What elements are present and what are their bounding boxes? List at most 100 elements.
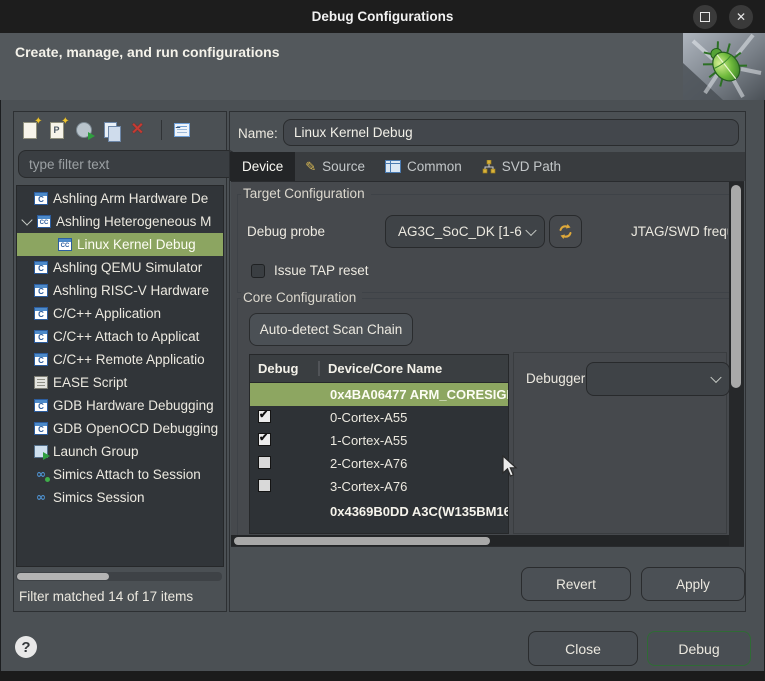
tree-item[interactable]: Simics Attach to Session [17, 463, 223, 486]
maximize-button[interactable] [693, 5, 717, 29]
c-application-icon [34, 261, 48, 274]
apply-button[interactable]: Apply [641, 567, 745, 601]
c-application-icon [34, 307, 48, 320]
debugger-select[interactable] [586, 362, 730, 396]
close-icon: ✕ [736, 10, 746, 24]
window-bottom-edge [0, 671, 765, 681]
table-row[interactable]: 3-Cortex-A76 [250, 475, 508, 498]
tree-item[interactable]: GDB OpenOCD Debugging [17, 417, 223, 440]
checked-checkbox-icon[interactable] [258, 433, 271, 446]
scrollbar-thumb[interactable] [731, 185, 741, 388]
refresh-probes-button[interactable] [549, 215, 582, 248]
configurations-toolbar: ✦ P✦ ✕ [16, 116, 195, 144]
tree-item[interactable]: Launch Group [17, 440, 223, 463]
launch-group-icon [34, 445, 48, 458]
tree-item[interactable]: C/C++ Application [17, 302, 223, 325]
content-horizontal-scrollbar[interactable] [231, 535, 729, 547]
tree-item[interactable]: EASE Script [17, 371, 223, 394]
c-application-icon [34, 192, 48, 205]
simics-icon [34, 491, 48, 504]
table-row[interactable]: 1-Cortex-A55 [250, 429, 508, 452]
table-row-selected[interactable]: 0x4BA06477 ARM_CORESIGH [250, 383, 508, 406]
titlebar[interactable]: Debug Configurations ✕ [0, 0, 765, 33]
chevron-down-icon [710, 372, 721, 383]
checked-checkbox-icon[interactable] [258, 410, 271, 423]
cc-application-icon [58, 238, 72, 251]
tab-source[interactable]: ✎Source [295, 152, 375, 181]
group-title: Core Configuration [241, 290, 362, 305]
tree-item[interactable]: Ashling Heterogeneous M [17, 210, 223, 233]
cc-application-icon [37, 215, 51, 228]
scrollbar-thumb[interactable] [234, 537, 490, 545]
delete-button[interactable]: ✕ [124, 117, 151, 143]
c-application-icon [34, 284, 48, 297]
new-prototype-icon: P✦ [50, 122, 64, 139]
revert-button[interactable]: Revert [521, 567, 631, 601]
configuration-detail-panel: Name: Device ✎Source Common SVD Path Tar… [229, 111, 746, 612]
expander-chevron-icon[interactable] [21, 214, 32, 225]
unchecked-checkbox-icon[interactable] [258, 456, 271, 469]
c-application-icon [34, 422, 48, 435]
collapse-all-button[interactable] [168, 117, 195, 143]
autodetect-scan-chain-button[interactable]: Auto-detect Scan Chain [249, 313, 413, 346]
duplicate-button[interactable] [97, 117, 124, 143]
export-configurations-icon [76, 122, 92, 138]
debugger-panel: Debugger [513, 352, 727, 534]
refresh-icon [557, 223, 574, 240]
filter-status: Filter matched 14 of 17 items [19, 589, 193, 604]
common-table-icon [385, 160, 401, 173]
toolbar-separator [161, 120, 162, 140]
dialog-subtitle: Create, manage, and run configurations [15, 44, 280, 60]
tree-item[interactable]: Simics Session [17, 486, 223, 509]
name-input[interactable] [283, 119, 739, 146]
table-row[interactable]: 0-Cortex-A55 [250, 406, 508, 429]
debug-probe-select[interactable]: AG3C_SoC_DK [1-6 [385, 215, 545, 248]
table-row[interactable]: 2-Cortex-A76 [250, 452, 508, 475]
configurations-tree[interactable]: Ashling Arm Hardware De Ashling Heteroge… [16, 185, 224, 567]
name-label: Name: [238, 120, 278, 147]
help-button[interactable]: ? [15, 636, 37, 658]
collapse-all-icon [174, 123, 190, 137]
column-header-debug[interactable]: Debug [250, 361, 320, 376]
scrollbar-thumb[interactable] [17, 573, 109, 580]
simics-attach-icon [34, 468, 48, 481]
column-header-device-core-name[interactable]: Device/Core Name [320, 361, 442, 376]
table-row[interactable]: 0x4369B0DD A3C(W135BM16 [250, 498, 508, 524]
tree-item[interactable]: Ashling QEMU Simulator [17, 256, 223, 279]
tree-item[interactable]: GDB Hardware Debugging [17, 394, 223, 417]
device-tab-content: Target Configuration Debug probe AG3C_So… [231, 181, 744, 547]
delete-icon: ✕ [131, 122, 144, 138]
close-dialog-button[interactable]: Close [528, 631, 638, 666]
tree-item[interactable]: Ashling RISC-V Hardware [17, 279, 223, 302]
svd-path-icon [482, 160, 496, 174]
tab-device[interactable]: Device [230, 152, 295, 181]
configurations-panel: ✦ P✦ ✕ Ashling Arm Hardware De Ashling H… [13, 111, 227, 612]
filter-input[interactable] [18, 150, 236, 178]
core-table[interactable]: Debug Device/Core Name 0x4BA06477 ARM_CO… [249, 354, 509, 534]
debug-button[interactable]: Debug [647, 631, 751, 666]
script-icon [34, 376, 48, 389]
tree-item[interactable]: C/C++ Remote Applicatio [17, 348, 223, 371]
c-application-icon [34, 330, 48, 343]
debug-probe-label: Debug probe [247, 224, 325, 239]
unchecked-checkbox-icon[interactable] [258, 479, 271, 492]
tree-item[interactable]: Ashling Arm Hardware De [17, 187, 223, 210]
tree-item[interactable]: C/C++ Attach to Applicat [17, 325, 223, 348]
tree-horizontal-scrollbar[interactable] [16, 572, 222, 581]
tab-common[interactable]: Common [375, 152, 472, 181]
chevron-down-icon [525, 224, 536, 235]
core-table-header: Debug Device/Core Name [250, 355, 508, 383]
header-band: Create, manage, and run configurations [0, 33, 765, 100]
tree-item-selected[interactable]: Linux Kernel Debug [17, 233, 223, 256]
new-prototype-button[interactable]: P✦ [43, 117, 70, 143]
tab-svd-path[interactable]: SVD Path [472, 152, 571, 181]
duplicate-icon [104, 122, 117, 138]
new-configuration-button[interactable]: ✦ [16, 117, 43, 143]
help-icon: ? [21, 639, 30, 656]
c-application-icon [34, 353, 48, 366]
content-vertical-scrollbar[interactable] [729, 182, 744, 547]
close-button[interactable]: ✕ [729, 5, 753, 29]
export-configurations-button[interactable] [70, 117, 97, 143]
issue-tap-reset-label: Issue TAP reset [274, 263, 369, 278]
issue-tap-reset-checkbox[interactable] [251, 264, 265, 278]
